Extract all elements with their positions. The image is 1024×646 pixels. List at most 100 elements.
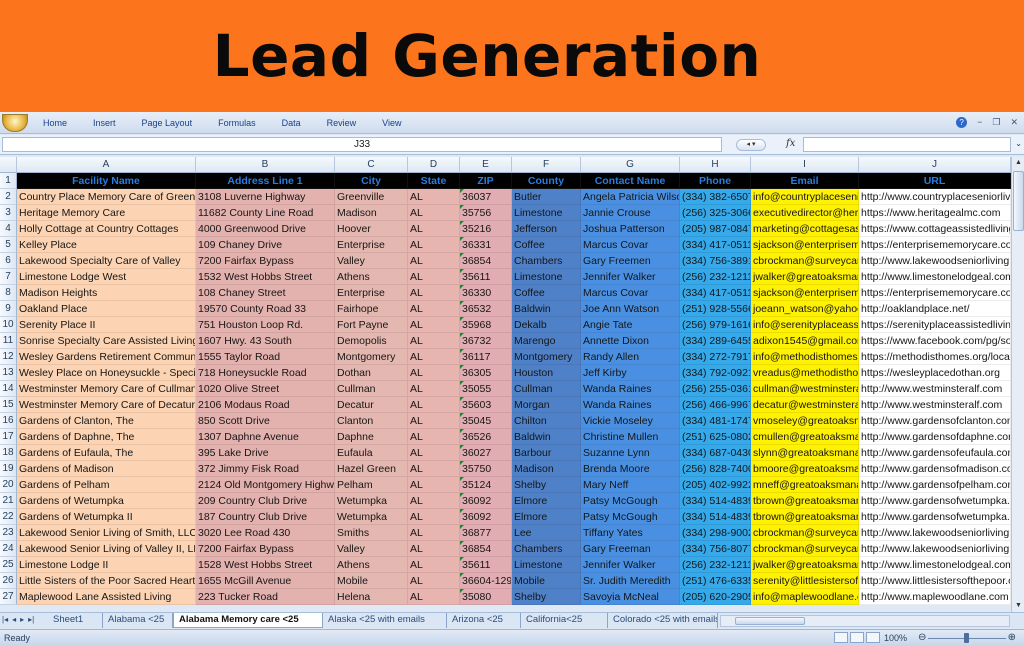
cell-c-20[interactable]: Pelham — [335, 477, 408, 493]
cell-j-10[interactable]: https://serenityplaceassistedliving.com — [859, 317, 1011, 333]
cell-d-19[interactable]: AL — [408, 461, 460, 477]
ribbon-tab-formulas[interactable]: Formulas — [218, 118, 256, 128]
column-header-d[interactable]: D — [408, 157, 460, 173]
cell-b-18[interactable]: 395 Lake Drive — [196, 445, 335, 461]
formula-input[interactable] — [803, 137, 1011, 152]
cell-a-18[interactable]: Gardens of Eufaula, The — [17, 445, 196, 461]
cell-e-15[interactable]: 35603 — [460, 397, 512, 413]
cell-d-21[interactable]: AL — [408, 493, 460, 509]
scroll-up-icon[interactable]: ▲ — [1013, 157, 1024, 169]
restore-icon[interactable]: ❐ — [992, 117, 1000, 128]
cell-h-17[interactable]: (251) 625-0802 — [680, 429, 751, 445]
cell-g-21[interactable]: Patsy McGough — [581, 493, 680, 509]
row-header[interactable]: 13 — [0, 365, 17, 381]
cell-f-4[interactable]: Jefferson — [512, 221, 581, 237]
ribbon-tab-data[interactable]: Data — [282, 118, 301, 128]
cell-a-13[interactable]: Wesley Place on Honeysuckle - Specialty … — [17, 365, 196, 381]
cell-c-13[interactable]: Dothan — [335, 365, 408, 381]
cell-c-9[interactable]: Fairhope — [335, 301, 408, 317]
cell-a-6[interactable]: Lakewood Specialty Care of Valley — [17, 253, 196, 269]
cell-j-23[interactable]: http://www.lakewoodseniorliving.com — [859, 525, 1011, 541]
horizontal-scroll-thumb[interactable] — [735, 617, 805, 625]
first-sheet-icon[interactable]: |◂ — [2, 615, 8, 624]
row-header[interactable]: 4 — [0, 221, 17, 237]
cell-j-2[interactable]: http://www.countryplaceseniorliving.com — [859, 189, 1011, 205]
row-header[interactable]: 3 — [0, 205, 17, 221]
cell-g-16[interactable]: Vickie Moseley — [581, 413, 680, 429]
row-header[interactable]: 23 — [0, 525, 17, 541]
cell-b-12[interactable]: 1555 Taylor Road — [196, 349, 335, 365]
cell-f-6[interactable]: Chambers — [512, 253, 581, 269]
cell-f-19[interactable]: Madison — [512, 461, 581, 477]
select-all-corner[interactable] — [0, 157, 17, 173]
cell-e-23[interactable]: 36877 — [460, 525, 512, 541]
cell-g-20[interactable]: Mary Neff — [581, 477, 680, 493]
cell-h-4[interactable]: (205) 987-0847 — [680, 221, 751, 237]
prev-sheet-icon[interactable]: ◂ — [12, 615, 16, 624]
next-sheet-icon[interactable]: ▸ — [20, 615, 24, 624]
cell-c-17[interactable]: Daphne — [335, 429, 408, 445]
cell-c-12[interactable]: Montgomery — [335, 349, 408, 365]
name-box-dropdown-icon[interactable]: ◂ ▾ — [736, 139, 766, 151]
column-header-a[interactable]: A — [17, 157, 196, 173]
cell-c-5[interactable]: Enterprise — [335, 237, 408, 253]
cell-a-23[interactable]: Lakewood Senior Living of Smith, LLC — [17, 525, 196, 541]
cell-j-11[interactable]: https://www.facebook.com/pg/sonrise — [859, 333, 1011, 349]
page-break-view-icon[interactable] — [866, 632, 880, 643]
cell-d-4[interactable]: AL — [408, 221, 460, 237]
row-header[interactable]: 8 — [0, 285, 17, 301]
cell-j-22[interactable]: http://www.gardensofwetumpka.com — [859, 509, 1011, 525]
sheet-tab[interactable]: Sheet1 — [48, 613, 103, 628]
cell-f-27[interactable]: Shelby — [512, 589, 581, 605]
cell-j-24[interactable]: http://www.lakewoodseniorliving.com — [859, 541, 1011, 557]
vertical-scrollbar[interactable]: ▲ ▼ — [1011, 157, 1024, 612]
cell-b-16[interactable]: 850 Scott Drive — [196, 413, 335, 429]
cell-d-6[interactable]: AL — [408, 253, 460, 269]
cell-i-4[interactable]: marketing@cottagesassistedliving.com — [751, 221, 859, 237]
cell-i-14[interactable]: cullman@westminsteralf.com — [751, 381, 859, 397]
cell-c-14[interactable]: Cullman — [335, 381, 408, 397]
column-header-f[interactable]: F — [512, 157, 581, 173]
header-cell-city[interactable]: City — [335, 173, 408, 189]
cell-a-2[interactable]: Country Place Memory Care of Greensville — [17, 189, 196, 205]
cell-e-2[interactable]: 36037 — [460, 189, 512, 205]
cell-i-7[interactable]: jwalker@greatoaksmanagement.com — [751, 269, 859, 285]
cell-e-26[interactable]: 36604-1299 — [460, 573, 512, 589]
sheet-tab[interactable]: Alaska <25 with emails — [323, 613, 447, 628]
header-cell-phone[interactable]: Phone — [680, 173, 751, 189]
cell-j-6[interactable]: http://www.lakewoodseniorliving.com — [859, 253, 1011, 269]
cell-g-6[interactable]: Gary Freemen — [581, 253, 680, 269]
cell-a-11[interactable]: Sonrise Specialty Care Assisted Living — [17, 333, 196, 349]
cell-a-25[interactable]: Limestone Lodge II — [17, 557, 196, 573]
cell-j-7[interactable]: http://www.limestonelodgeal.com — [859, 269, 1011, 285]
cell-c-3[interactable]: Madison — [335, 205, 408, 221]
cell-h-14[interactable]: (256) 255-0361 — [680, 381, 751, 397]
row-header[interactable]: 19 — [0, 461, 17, 477]
last-sheet-icon[interactable]: ▸| — [28, 615, 34, 624]
cell-i-12[interactable]: info@methodisthomes.org — [751, 349, 859, 365]
cell-h-11[interactable]: (334) 289-6455 — [680, 333, 751, 349]
cell-g-4[interactable]: Joshua Patterson — [581, 221, 680, 237]
sheet-tab[interactable]: California<25 — [521, 613, 608, 628]
row-header[interactable]: 11 — [0, 333, 17, 349]
column-header-j[interactable]: J — [859, 157, 1011, 173]
cell-h-21[interactable]: (334) 514-4839 — [680, 493, 751, 509]
row-header[interactable]: 24 — [0, 541, 17, 557]
cell-d-11[interactable]: AL — [408, 333, 460, 349]
cell-g-11[interactable]: Annette Dixon — [581, 333, 680, 349]
header-cell-url[interactable]: URL — [859, 173, 1011, 189]
cell-d-16[interactable]: AL — [408, 413, 460, 429]
cell-d-17[interactable]: AL — [408, 429, 460, 445]
cell-a-24[interactable]: Lakewood Senior Living of Valley II, LLC — [17, 541, 196, 557]
cell-g-19[interactable]: Brenda Moore — [581, 461, 680, 477]
cell-b-21[interactable]: 209 Country Club Drive — [196, 493, 335, 509]
cell-i-18[interactable]: slynn@greatoaksmanagement.com — [751, 445, 859, 461]
cell-c-21[interactable]: Wetumpka — [335, 493, 408, 509]
vertical-scroll-thumb[interactable] — [1013, 171, 1024, 231]
cell-f-14[interactable]: Cullman — [512, 381, 581, 397]
cell-j-14[interactable]: http://www.westminsteralf.com — [859, 381, 1011, 397]
cell-h-2[interactable]: (334) 382-6507 — [680, 189, 751, 205]
cell-a-21[interactable]: Gardens of Wetumpka — [17, 493, 196, 509]
cell-c-2[interactable]: Greenville — [335, 189, 408, 205]
row-header[interactable]: 25 — [0, 557, 17, 573]
